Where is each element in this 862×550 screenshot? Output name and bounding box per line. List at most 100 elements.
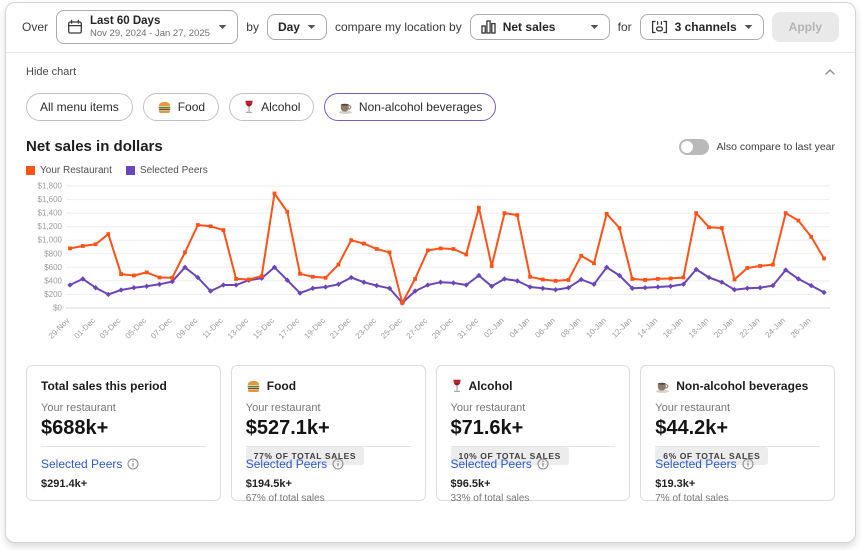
- data-point[interactable]: [771, 263, 775, 267]
- data-point[interactable]: [757, 285, 762, 290]
- data-point[interactable]: [758, 264, 762, 268]
- data-point[interactable]: [170, 276, 174, 280]
- data-point[interactable]: [656, 277, 660, 281]
- toggle-switch[interactable]: [679, 139, 709, 155]
- granularity-dropdown[interactable]: Day: [267, 14, 327, 40]
- compare-last-year-toggle[interactable]: Also compare to last year: [679, 139, 835, 155]
- data-point[interactable]: [196, 223, 200, 227]
- data-point[interactable]: [222, 228, 226, 232]
- data-point[interactable]: [669, 277, 673, 281]
- data-point[interactable]: [553, 287, 558, 292]
- data-point[interactable]: [784, 211, 788, 215]
- data-point[interactable]: [540, 286, 545, 291]
- data-point[interactable]: [413, 277, 417, 281]
- data-point[interactable]: [106, 232, 110, 236]
- data-point[interactable]: [298, 272, 302, 276]
- data-point[interactable]: [809, 235, 813, 239]
- data-point[interactable]: [720, 226, 724, 230]
- data-point[interactable]: [247, 278, 251, 282]
- selected-peers-link[interactable]: Selected Peers: [655, 457, 753, 471]
- your-restaurant-value: $71.6k+: [451, 417, 616, 440]
- data-point[interactable]: [374, 283, 379, 288]
- data-point[interactable]: [452, 247, 456, 251]
- data-point[interactable]: [323, 285, 328, 290]
- data-point[interactable]: [209, 225, 213, 229]
- data-point[interactable]: [118, 288, 123, 293]
- data-point[interactable]: [311, 275, 315, 279]
- data-point[interactable]: [579, 254, 583, 258]
- data-point[interactable]: [592, 262, 596, 266]
- data-point[interactable]: [528, 275, 532, 279]
- data-point[interactable]: [68, 247, 72, 251]
- data-point[interactable]: [438, 280, 443, 285]
- data-point[interactable]: [464, 253, 468, 257]
- data-point[interactable]: [233, 283, 238, 288]
- data-point[interactable]: [234, 277, 238, 281]
- data-point[interactable]: [324, 276, 328, 280]
- data-point[interactable]: [642, 285, 647, 290]
- info-icon[interactable]: [332, 458, 344, 470]
- data-point[interactable]: [81, 244, 85, 248]
- data-point[interactable]: [733, 278, 737, 282]
- data-point[interactable]: [618, 226, 622, 230]
- data-point[interactable]: [655, 285, 660, 290]
- data-point[interactable]: [273, 192, 277, 196]
- apply-button[interactable]: Apply: [772, 12, 839, 42]
- data-point[interactable]: [567, 278, 571, 282]
- data-point[interactable]: [643, 278, 647, 282]
- data-point[interactable]: [310, 286, 315, 291]
- data-point[interactable]: [145, 271, 149, 275]
- data-point[interactable]: [694, 211, 698, 215]
- data-point[interactable]: [131, 285, 136, 290]
- data-point[interactable]: [426, 249, 430, 253]
- data-point[interactable]: [439, 247, 443, 251]
- selected-peers-link[interactable]: Selected Peers: [451, 457, 549, 471]
- x-axis-tick: 15-Dec: [251, 316, 276, 341]
- data-point[interactable]: [668, 284, 673, 289]
- data-point[interactable]: [490, 264, 494, 268]
- filter-chip-non-alcohol-beverages[interactable]: Non-alcohol beverages: [324, 93, 495, 121]
- data-point[interactable]: [183, 251, 187, 255]
- chevron-up-icon[interactable]: [825, 69, 835, 75]
- data-point[interactable]: [144, 284, 149, 289]
- selected-peers-link[interactable]: Selected Peers: [246, 457, 344, 471]
- info-icon[interactable]: [537, 458, 549, 470]
- channels-dropdown[interactable]: 3 channels: [640, 14, 764, 40]
- data-point[interactable]: [94, 243, 98, 247]
- data-point[interactable]: [515, 213, 519, 217]
- filter-chip-food[interactable]: Food: [143, 93, 219, 121]
- data-point[interactable]: [797, 219, 801, 223]
- info-icon[interactable]: [127, 458, 139, 470]
- data-point[interactable]: [375, 247, 379, 251]
- data-point[interactable]: [132, 274, 136, 278]
- selected-peers-link[interactable]: Selected Peers: [41, 457, 139, 471]
- data-point[interactable]: [477, 206, 481, 210]
- filter-chip-alcohol[interactable]: Alcohol: [229, 93, 314, 121]
- data-point[interactable]: [822, 257, 826, 261]
- data-point[interactable]: [554, 279, 558, 283]
- data-point[interactable]: [157, 282, 162, 287]
- data-point[interactable]: [362, 242, 366, 246]
- data-point[interactable]: [388, 251, 392, 255]
- data-point[interactable]: [745, 266, 749, 270]
- data-point[interactable]: [682, 276, 686, 280]
- data-point[interactable]: [337, 263, 341, 267]
- data-point[interactable]: [707, 226, 711, 230]
- hide-chart-link[interactable]: Hide chart: [26, 66, 76, 78]
- data-point[interactable]: [158, 276, 162, 280]
- metric-dropdown[interactable]: Net sales: [470, 14, 610, 40]
- data-point[interactable]: [260, 274, 264, 278]
- data-point[interactable]: [119, 272, 123, 276]
- data-point[interactable]: [630, 277, 634, 281]
- data-point[interactable]: [285, 210, 289, 214]
- filter-chip-all-menu-items[interactable]: All menu items: [26, 93, 133, 121]
- data-point[interactable]: [349, 239, 353, 243]
- data-point[interactable]: [605, 212, 609, 216]
- info-icon[interactable]: [742, 458, 754, 470]
- date-range-dropdown[interactable]: Last 60 Days Nov 29, 2024 - Jan 27, 2025: [56, 10, 238, 44]
- data-point[interactable]: [541, 278, 545, 282]
- data-point[interactable]: [503, 211, 507, 215]
- data-point[interactable]: [745, 286, 750, 291]
- data-point[interactable]: [400, 301, 404, 305]
- data-point[interactable]: [361, 280, 366, 285]
